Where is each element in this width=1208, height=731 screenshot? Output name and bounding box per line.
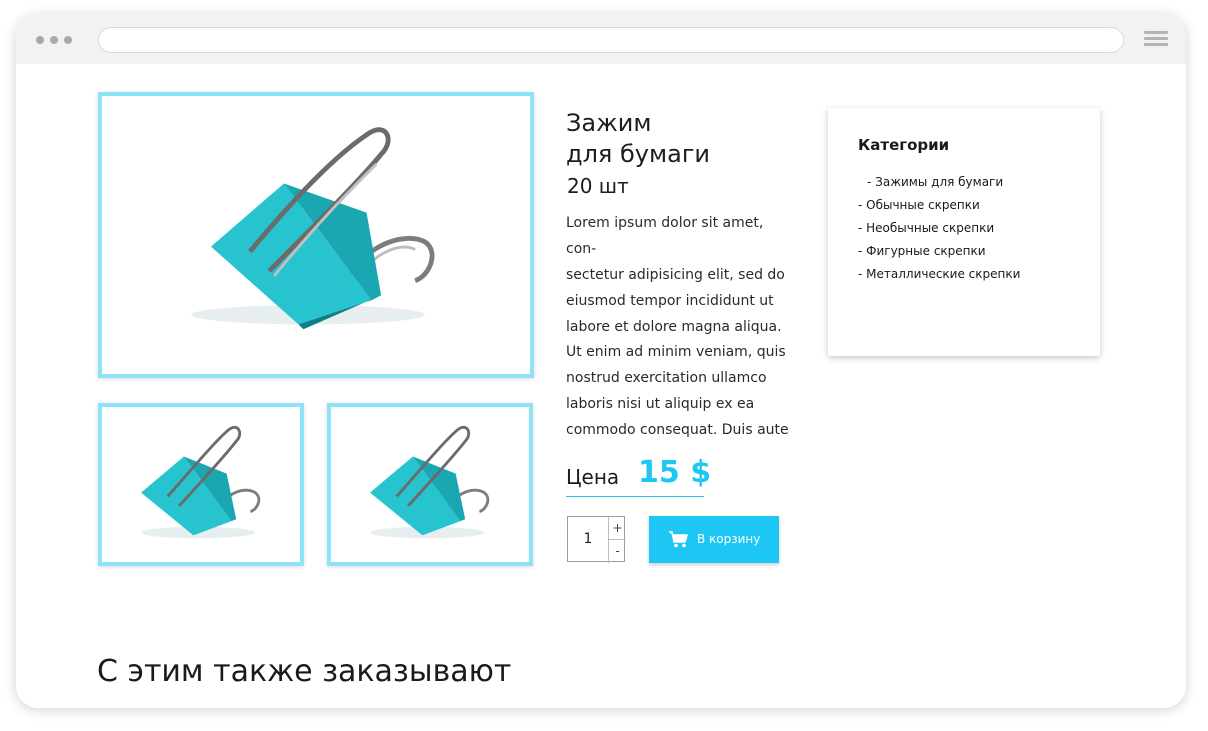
window-dot-icon[interactable] xyxy=(36,36,44,44)
description-line: Ut enim ad minim veniam, quis xyxy=(566,344,786,360)
description-line: laboris nisi ut aliquip ex ea xyxy=(566,396,755,412)
address-bar[interactable] xyxy=(98,27,1124,53)
description-line: sectetur adipisicing elit, sed do xyxy=(566,267,785,283)
description-line: eiusmod tempor incididunt ut xyxy=(566,293,774,309)
description-line: nostrud exercitation ullamco xyxy=(566,370,767,386)
quantity-decrease-button[interactable]: - xyxy=(609,540,626,562)
price-value: 15 $ xyxy=(638,455,712,490)
product-title: Зажим для бумаги xyxy=(566,108,710,170)
hamburger-menu-icon[interactable] xyxy=(1144,31,1168,47)
product-description: Lorem ipsum dolor sit amet, con- sectetu… xyxy=(566,210,796,340)
price-underline xyxy=(566,496,704,497)
category-link[interactable]: - Необычные скрепки xyxy=(858,221,994,235)
product-thumbnail[interactable] xyxy=(98,403,304,566)
description-line: commodo consequat. Duis aute xyxy=(566,422,789,438)
product-title-line: для бумаги xyxy=(566,140,711,168)
binder-clip-image xyxy=(141,425,261,539)
window-dot-icon[interactable] xyxy=(64,36,72,44)
related-products-title: С этим также заказывают xyxy=(97,654,512,689)
product-title-line: Зажим xyxy=(566,109,652,137)
product-description: Ut enim ad minim veniam, quis nostrud ex… xyxy=(566,339,796,443)
description-line: Lorem ipsum dolor sit amet, con- xyxy=(566,215,764,257)
product-quantity-label: 20 шт xyxy=(567,174,629,198)
product-thumbnail[interactable] xyxy=(327,403,533,566)
browser-window: Зажим для бумаги 20 шт Lorem ipsum dolor… xyxy=(16,14,1186,708)
category-link[interactable]: - Обычные скрепки xyxy=(858,198,980,212)
description-line: labore et dolore magna aliqua. xyxy=(566,319,782,335)
product-main-image[interactable] xyxy=(98,92,534,378)
cart-icon xyxy=(669,531,688,548)
category-link[interactable]: - Металлические скрепки xyxy=(858,267,1020,281)
quantity-stepper[interactable]: 1 + - xyxy=(567,516,626,563)
window-dot-icon[interactable] xyxy=(50,36,58,44)
category-link[interactable]: - Зажимы для бумаги xyxy=(867,175,1003,189)
price-label: Цена xyxy=(566,465,620,489)
add-to-cart-label: В корзину xyxy=(697,532,761,546)
categories-panel: Категории - Зажимы для бумаги - Обычные … xyxy=(828,108,1100,356)
quantity-increase-button[interactable]: + xyxy=(609,517,626,539)
browser-titlebar xyxy=(16,14,1186,64)
categories-title: Категории xyxy=(858,136,950,154)
binder-clip-image xyxy=(370,425,490,539)
category-link[interactable]: - Фигурные скрепки xyxy=(858,244,986,258)
quantity-value[interactable]: 1 xyxy=(568,517,608,563)
add-to-cart-button[interactable]: В корзину xyxy=(649,516,779,563)
binder-clip-image xyxy=(191,127,435,330)
